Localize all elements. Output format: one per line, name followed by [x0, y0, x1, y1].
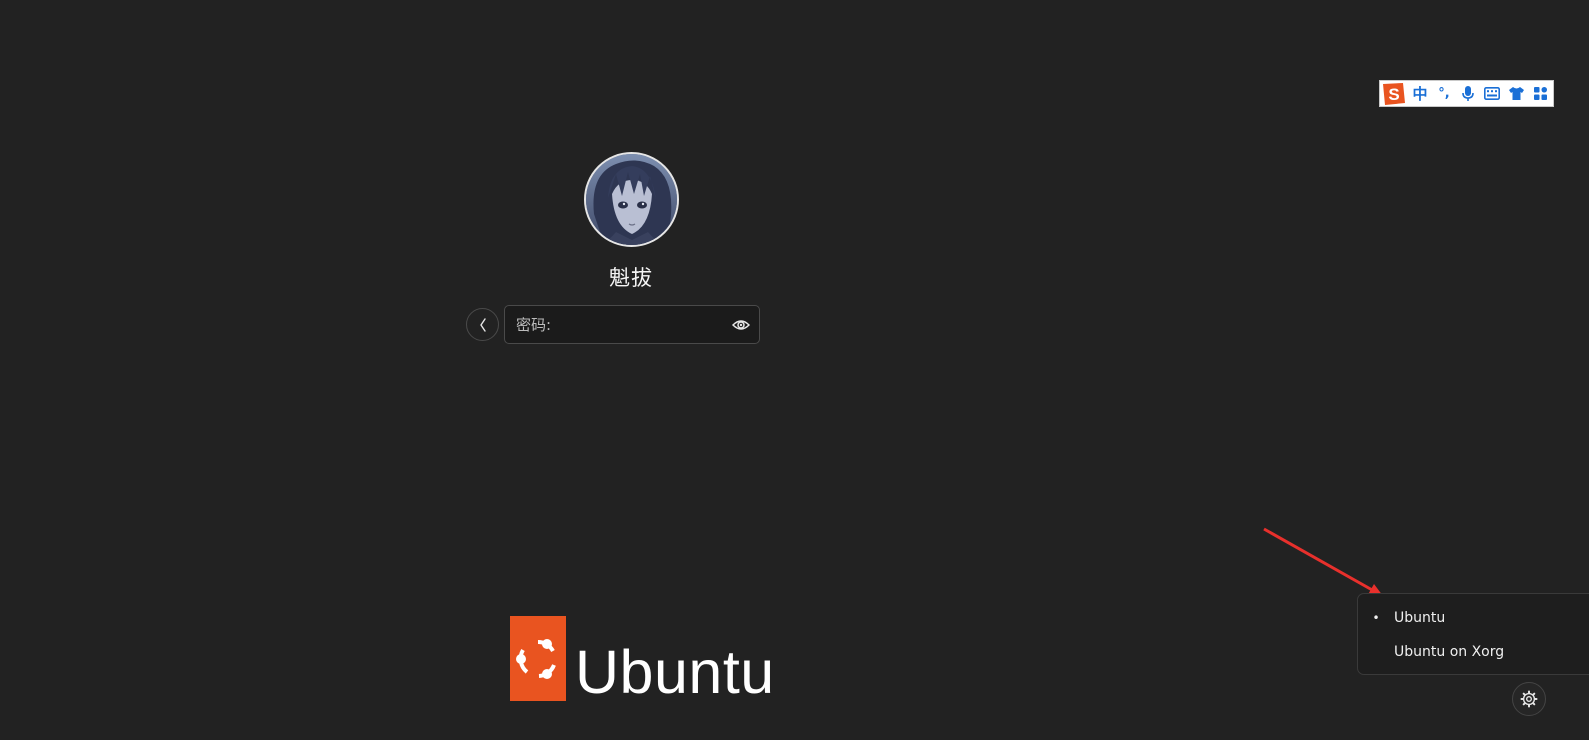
sogou-logo-icon[interactable]: S — [1378, 80, 1408, 107]
tshirt-skin-icon[interactable] — [1504, 81, 1528, 106]
avatar — [584, 152, 679, 247]
user-name: 魁拔 — [609, 266, 653, 290]
session-item-ubuntu-on-xorg[interactable]: Ubuntu on Xorg — [1358, 637, 1588, 667]
ime-toolbar: S 中 °, — [1379, 80, 1554, 107]
password-field — [504, 305, 760, 344]
chinese-mode-toggle[interactable]: 中 — [1408, 81, 1432, 106]
chevron-left-icon — [479, 317, 486, 332]
session-item-label: Ubuntu on Xorg — [1394, 644, 1505, 660]
microphone-icon[interactable] — [1456, 81, 1480, 106]
session-item-ubuntu[interactable]: • Ubuntu — [1358, 603, 1588, 633]
keyboard-icon[interactable] — [1480, 81, 1504, 106]
ubuntu-wordmark: Ubuntu — [575, 638, 775, 706]
ubuntu-logo-icon — [510, 616, 566, 701]
session-item-label: Ubuntu — [1394, 610, 1446, 626]
punctuation-toggle[interactable]: °, — [1432, 81, 1456, 106]
password-input[interactable] — [505, 306, 720, 343]
sogou-logo-letter: S — [1388, 85, 1399, 104]
session-menu: • Ubuntu Ubuntu on Xorg — [1357, 593, 1589, 675]
gear-icon — [1520, 690, 1538, 708]
eye-icon — [732, 320, 750, 330]
grid-apps-icon[interactable] — [1528, 81, 1552, 106]
back-button[interactable] — [466, 308, 499, 341]
annotation-arrow — [1263, 527, 1386, 600]
selected-bullet: • — [1372, 611, 1380, 625]
session-settings-button[interactable] — [1512, 682, 1546, 716]
show-password-button[interactable] — [731, 315, 751, 335]
